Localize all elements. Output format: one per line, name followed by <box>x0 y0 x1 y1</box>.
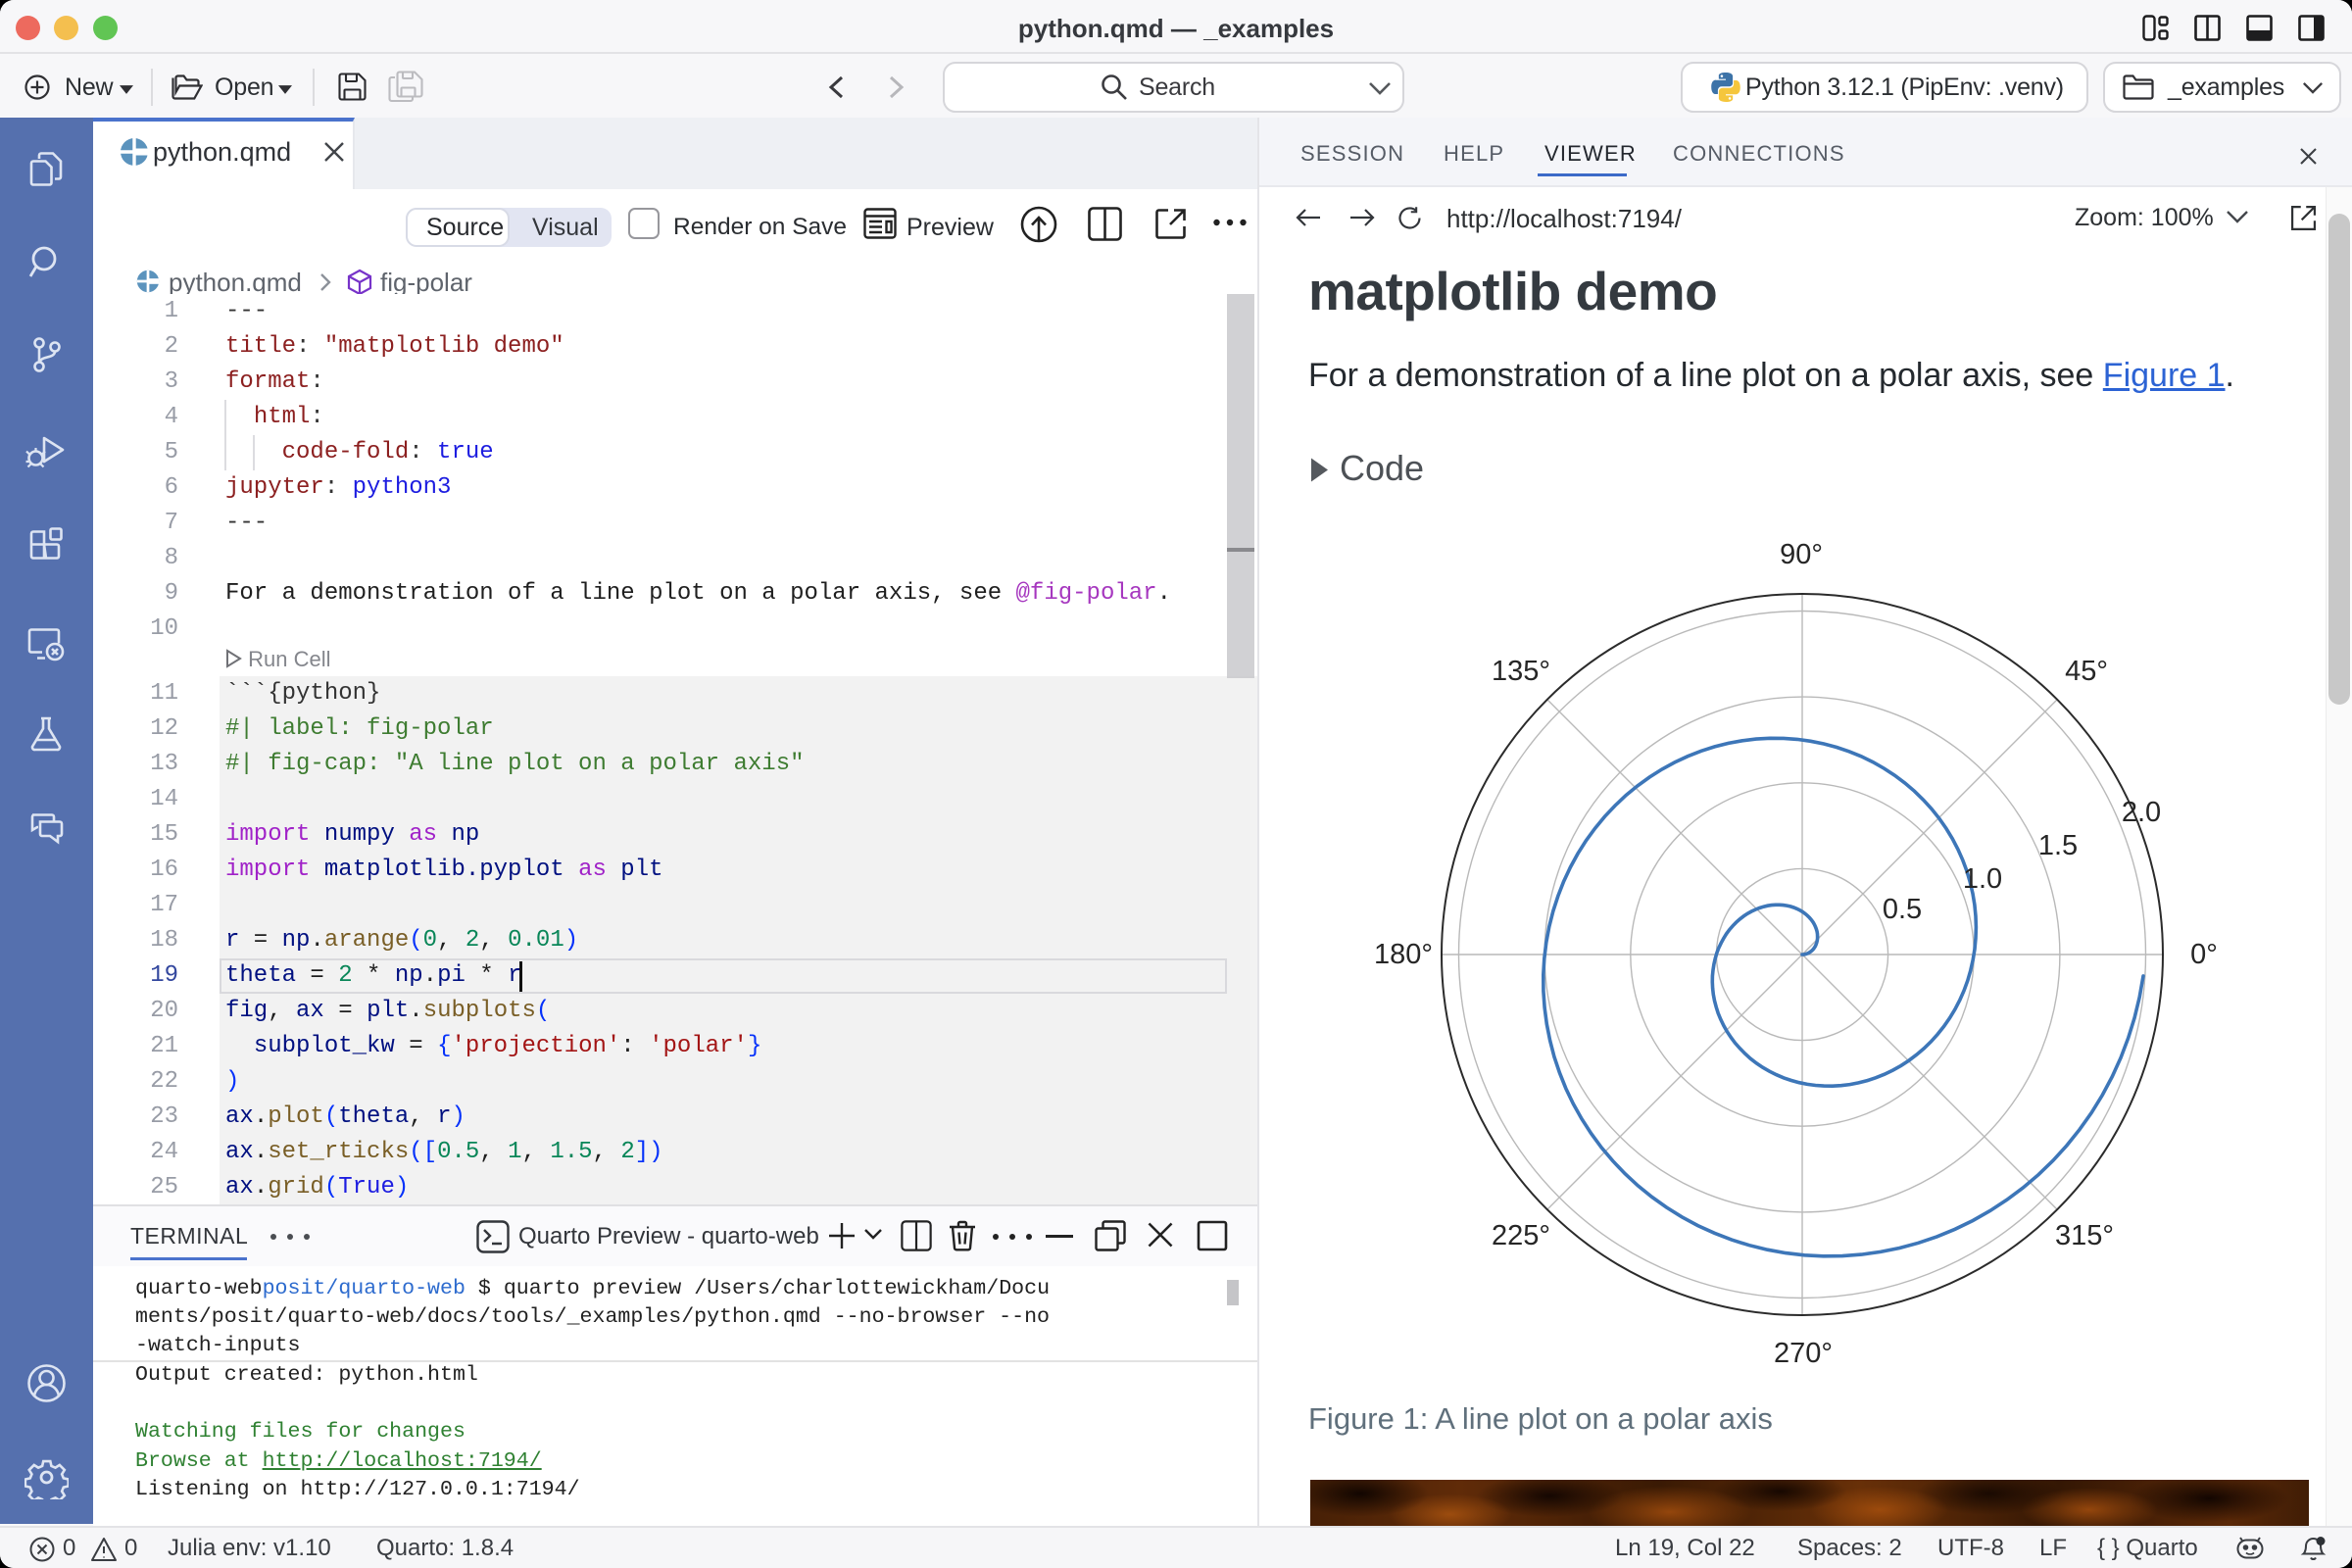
svg-text:1.5: 1.5 <box>2038 830 2078 861</box>
svg-text:135°: 135° <box>1492 656 1550 687</box>
svg-text:1.0: 1.0 <box>1963 863 2002 895</box>
svg-text:0.5: 0.5 <box>1883 894 1922 925</box>
svg-text:2.0: 2.0 <box>2122 797 2161 828</box>
svg-text:270°: 270° <box>1774 1338 1833 1369</box>
svg-text:225°: 225° <box>1492 1220 1550 1251</box>
svg-text:315°: 315° <box>2055 1220 2114 1251</box>
svg-text:0°: 0° <box>2190 939 2218 970</box>
svg-text:90°: 90° <box>1780 539 1823 570</box>
svg-text:45°: 45° <box>2065 656 2108 687</box>
svg-text:180°: 180° <box>1374 939 1433 970</box>
